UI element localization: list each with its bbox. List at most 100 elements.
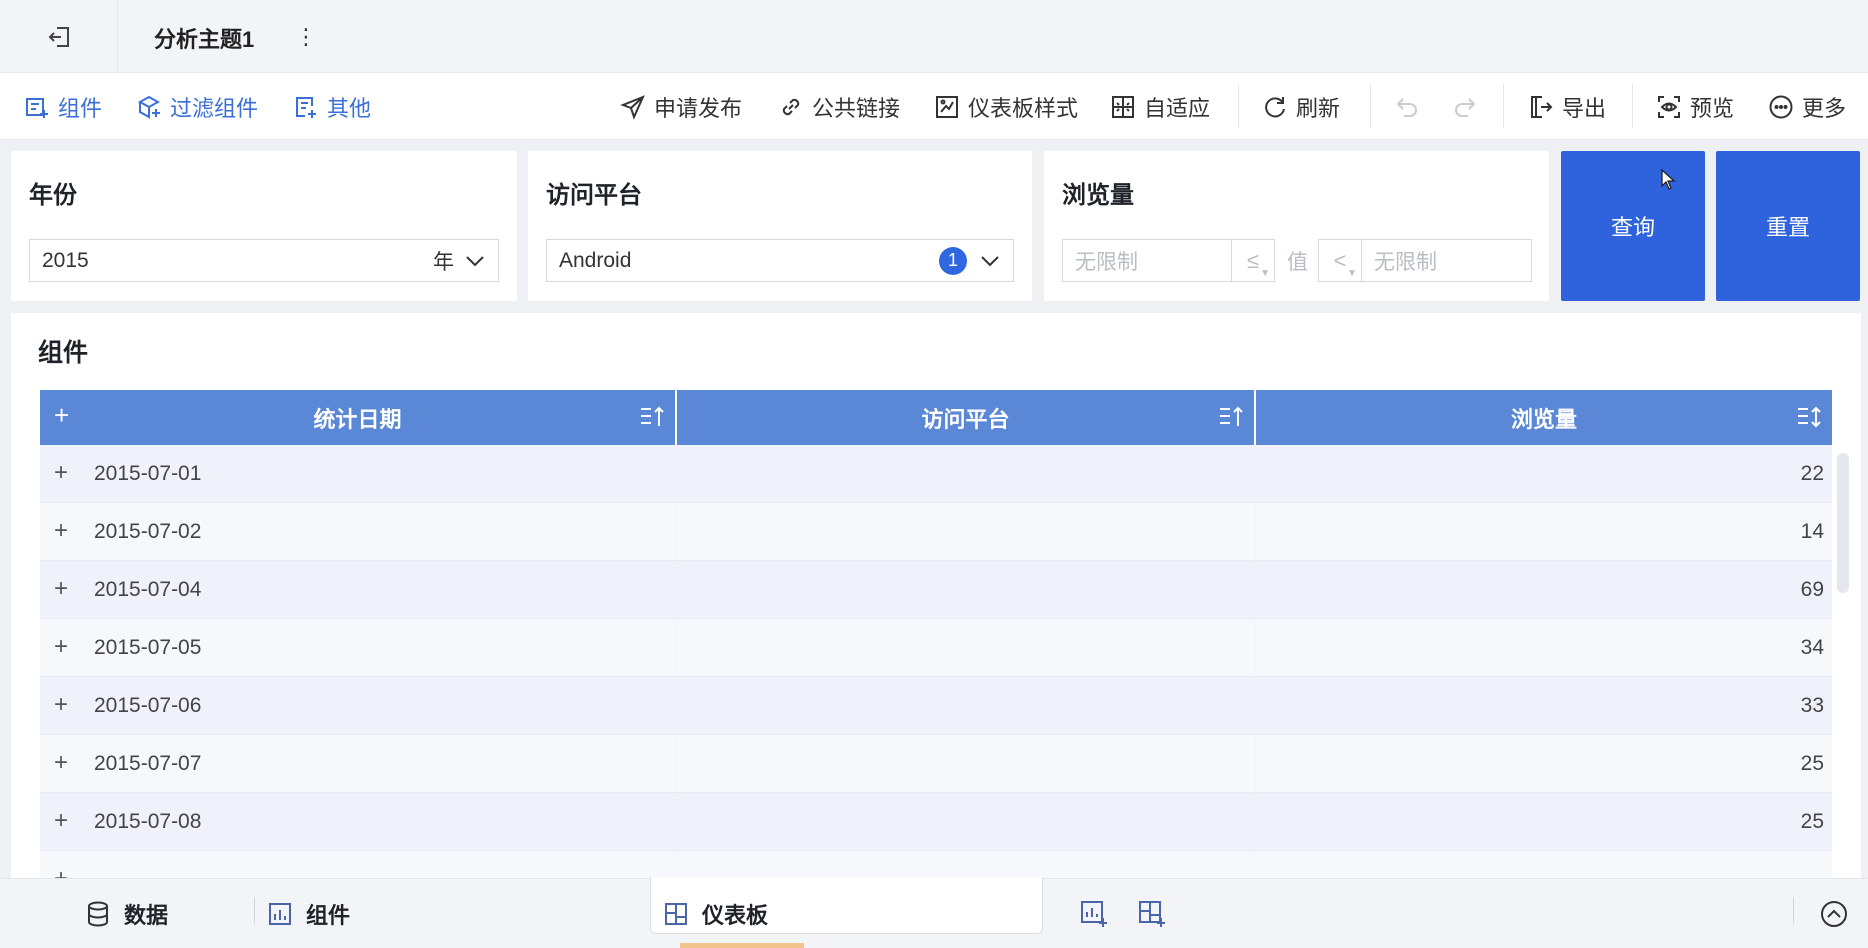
tab-dashboard[interactable]: 仪表板: [664, 879, 768, 948]
column-header-views[interactable]: 浏览量: [1256, 390, 1832, 445]
more-button[interactable]: 更多: [1768, 73, 1846, 140]
views-max-input[interactable]: 无限制: [1361, 239, 1532, 282]
undo-icon: [1396, 97, 1417, 117]
toolbar-divider: [1632, 84, 1633, 128]
cell-views: 33: [1800, 693, 1824, 717]
add-other-button[interactable]: 其他: [293, 73, 371, 140]
tab-data[interactable]: 数据: [86, 879, 168, 948]
row-expand-icon[interactable]: +: [54, 691, 68, 719]
dashboard-style-label: 仪表板样式: [968, 95, 1079, 121]
public-link-button[interactable]: 公共链接: [778, 73, 900, 140]
add-component-tab-button[interactable]: [1080, 879, 1108, 948]
apply-publish-label: 申请发布: [654, 95, 743, 121]
table-row[interactable]: + 2015-07-01 22: [40, 445, 1832, 503]
table-row[interactable]: + 2015-07-02 14: [40, 503, 1832, 561]
link-icon: [782, 98, 800, 115]
row-expand-icon[interactable]: +: [54, 517, 68, 545]
row-expand-icon[interactable]: +: [54, 575, 68, 603]
platform-select[interactable]: Android 1: [546, 239, 1014, 282]
export-label: 导出: [1562, 95, 1607, 121]
query-button[interactable]: 查询: [1561, 151, 1705, 301]
year-suffix: 年: [433, 250, 454, 274]
views-filter-title: 浏览量: [1062, 182, 1134, 209]
exit-icon: [48, 26, 69, 47]
database-icon: [88, 901, 108, 927]
table-row[interactable]: + 2015-07-05 34: [40, 619, 1832, 677]
column-divider: [1254, 445, 1255, 503]
dashboard-style-button[interactable]: 仪表板样式: [934, 73, 1078, 140]
table-row[interactable]: + 2015-07-06 33: [40, 677, 1832, 735]
table-row-partial[interactable]: +: [40, 851, 1832, 878]
exit-button[interactable]: [0, 0, 118, 73]
table-row[interactable]: + 2015-07-04 69: [40, 561, 1832, 619]
toolbar-divider: [1238, 84, 1239, 128]
platform-select-value: Android: [559, 248, 632, 272]
min-operator-label: ≤: [1246, 247, 1260, 273]
column-divider: [1254, 503, 1255, 561]
max-operator-select[interactable]: < ▼: [1318, 239, 1362, 282]
year-filter-title: 年份: [29, 182, 77, 209]
public-link-label: 公共链接: [812, 95, 901, 121]
more-label: 更多: [1802, 95, 1847, 121]
add-dashboard-tab-button[interactable]: [1138, 879, 1166, 948]
export-button[interactable]: 导出: [1528, 73, 1606, 140]
component-title: 组件: [38, 339, 89, 367]
column-header-date[interactable]: + 统计日期: [40, 390, 677, 445]
add-component-label: 组件: [58, 95, 103, 121]
apply-publish-button[interactable]: 申请发布: [620, 73, 742, 140]
chevron-up-circle-icon: [1821, 901, 1847, 927]
column-label-platform: 访问平台: [921, 406, 1010, 432]
expand-all-icon[interactable]: +: [54, 400, 69, 431]
row-expand-icon[interactable]: +: [54, 749, 68, 777]
column-divider: [1254, 677, 1255, 735]
tab-data-label: 数据: [124, 903, 169, 928]
refresh-label: 刷新: [1296, 95, 1341, 121]
caret-down-icon: ▼: [1347, 268, 1357, 279]
row-expand-icon[interactable]: +: [54, 865, 68, 878]
min-operator-select[interactable]: ≤ ▼: [1231, 239, 1275, 282]
redo-button[interactable]: [1452, 73, 1478, 140]
send-icon: [620, 94, 645, 120]
selected-count-badge: 1: [939, 246, 967, 275]
table-row[interactable]: + 2015-07-07 25: [40, 735, 1832, 793]
preview-icon: [1658, 95, 1680, 118]
table-scrollbar[interactable]: [1837, 453, 1849, 593]
table-row[interactable]: + 2015-07-08 25: [40, 793, 1832, 851]
year-select[interactable]: 2015 年: [29, 239, 499, 282]
undo-button[interactable]: [1394, 73, 1420, 140]
sort-both-icon[interactable]: [1796, 404, 1822, 430]
tab-component[interactable]: 组件: [268, 879, 350, 948]
views-min-input[interactable]: 无限制: [1062, 239, 1232, 282]
sort-asc-icon[interactable]: [1218, 404, 1244, 430]
component-card: 组件 + 统计日期 访问平台 浏览量 + 2015-07-01 22 + 201…: [11, 313, 1861, 878]
tab-component-label: 组件: [306, 903, 351, 928]
adaptive-button[interactable]: 自适应: [1110, 73, 1210, 140]
refresh-icon: [1265, 96, 1285, 117]
refresh-button[interactable]: 刷新: [1262, 73, 1340, 140]
filter-component-icon: [137, 95, 161, 119]
caret-down-icon: ▼: [1260, 268, 1270, 279]
column-divider: [1254, 735, 1255, 793]
column-divider: [676, 503, 677, 561]
mouse-cursor-icon: [1661, 169, 1676, 190]
column-label-views: 浏览量: [1510, 406, 1577, 432]
reset-button[interactable]: 重置: [1716, 151, 1860, 301]
add-component-button[interactable]: 组件: [24, 73, 102, 140]
toolbar-divider: [1503, 84, 1504, 128]
column-divider: [676, 677, 677, 735]
row-expand-icon[interactable]: +: [54, 459, 68, 487]
sort-asc-icon[interactable]: [639, 404, 665, 430]
collapse-tabs-button[interactable]: [1820, 879, 1848, 948]
style-icon: [936, 95, 958, 118]
redo-icon: [1455, 97, 1476, 117]
column-divider: [676, 561, 677, 619]
cell-date: 2015-07-06: [94, 693, 202, 717]
column-header-platform[interactable]: 访问平台: [677, 390, 1256, 445]
row-expand-icon[interactable]: +: [54, 807, 68, 835]
tab-dashboard-label: 仪表板: [702, 903, 769, 928]
row-expand-icon[interactable]: +: [54, 633, 68, 661]
add-filter-component-button[interactable]: 过滤组件: [136, 73, 258, 140]
title-more-icon[interactable]: ⋮: [295, 20, 317, 54]
preview-button[interactable]: 预览: [1656, 73, 1734, 140]
max-operator-label: <: [1333, 247, 1347, 273]
